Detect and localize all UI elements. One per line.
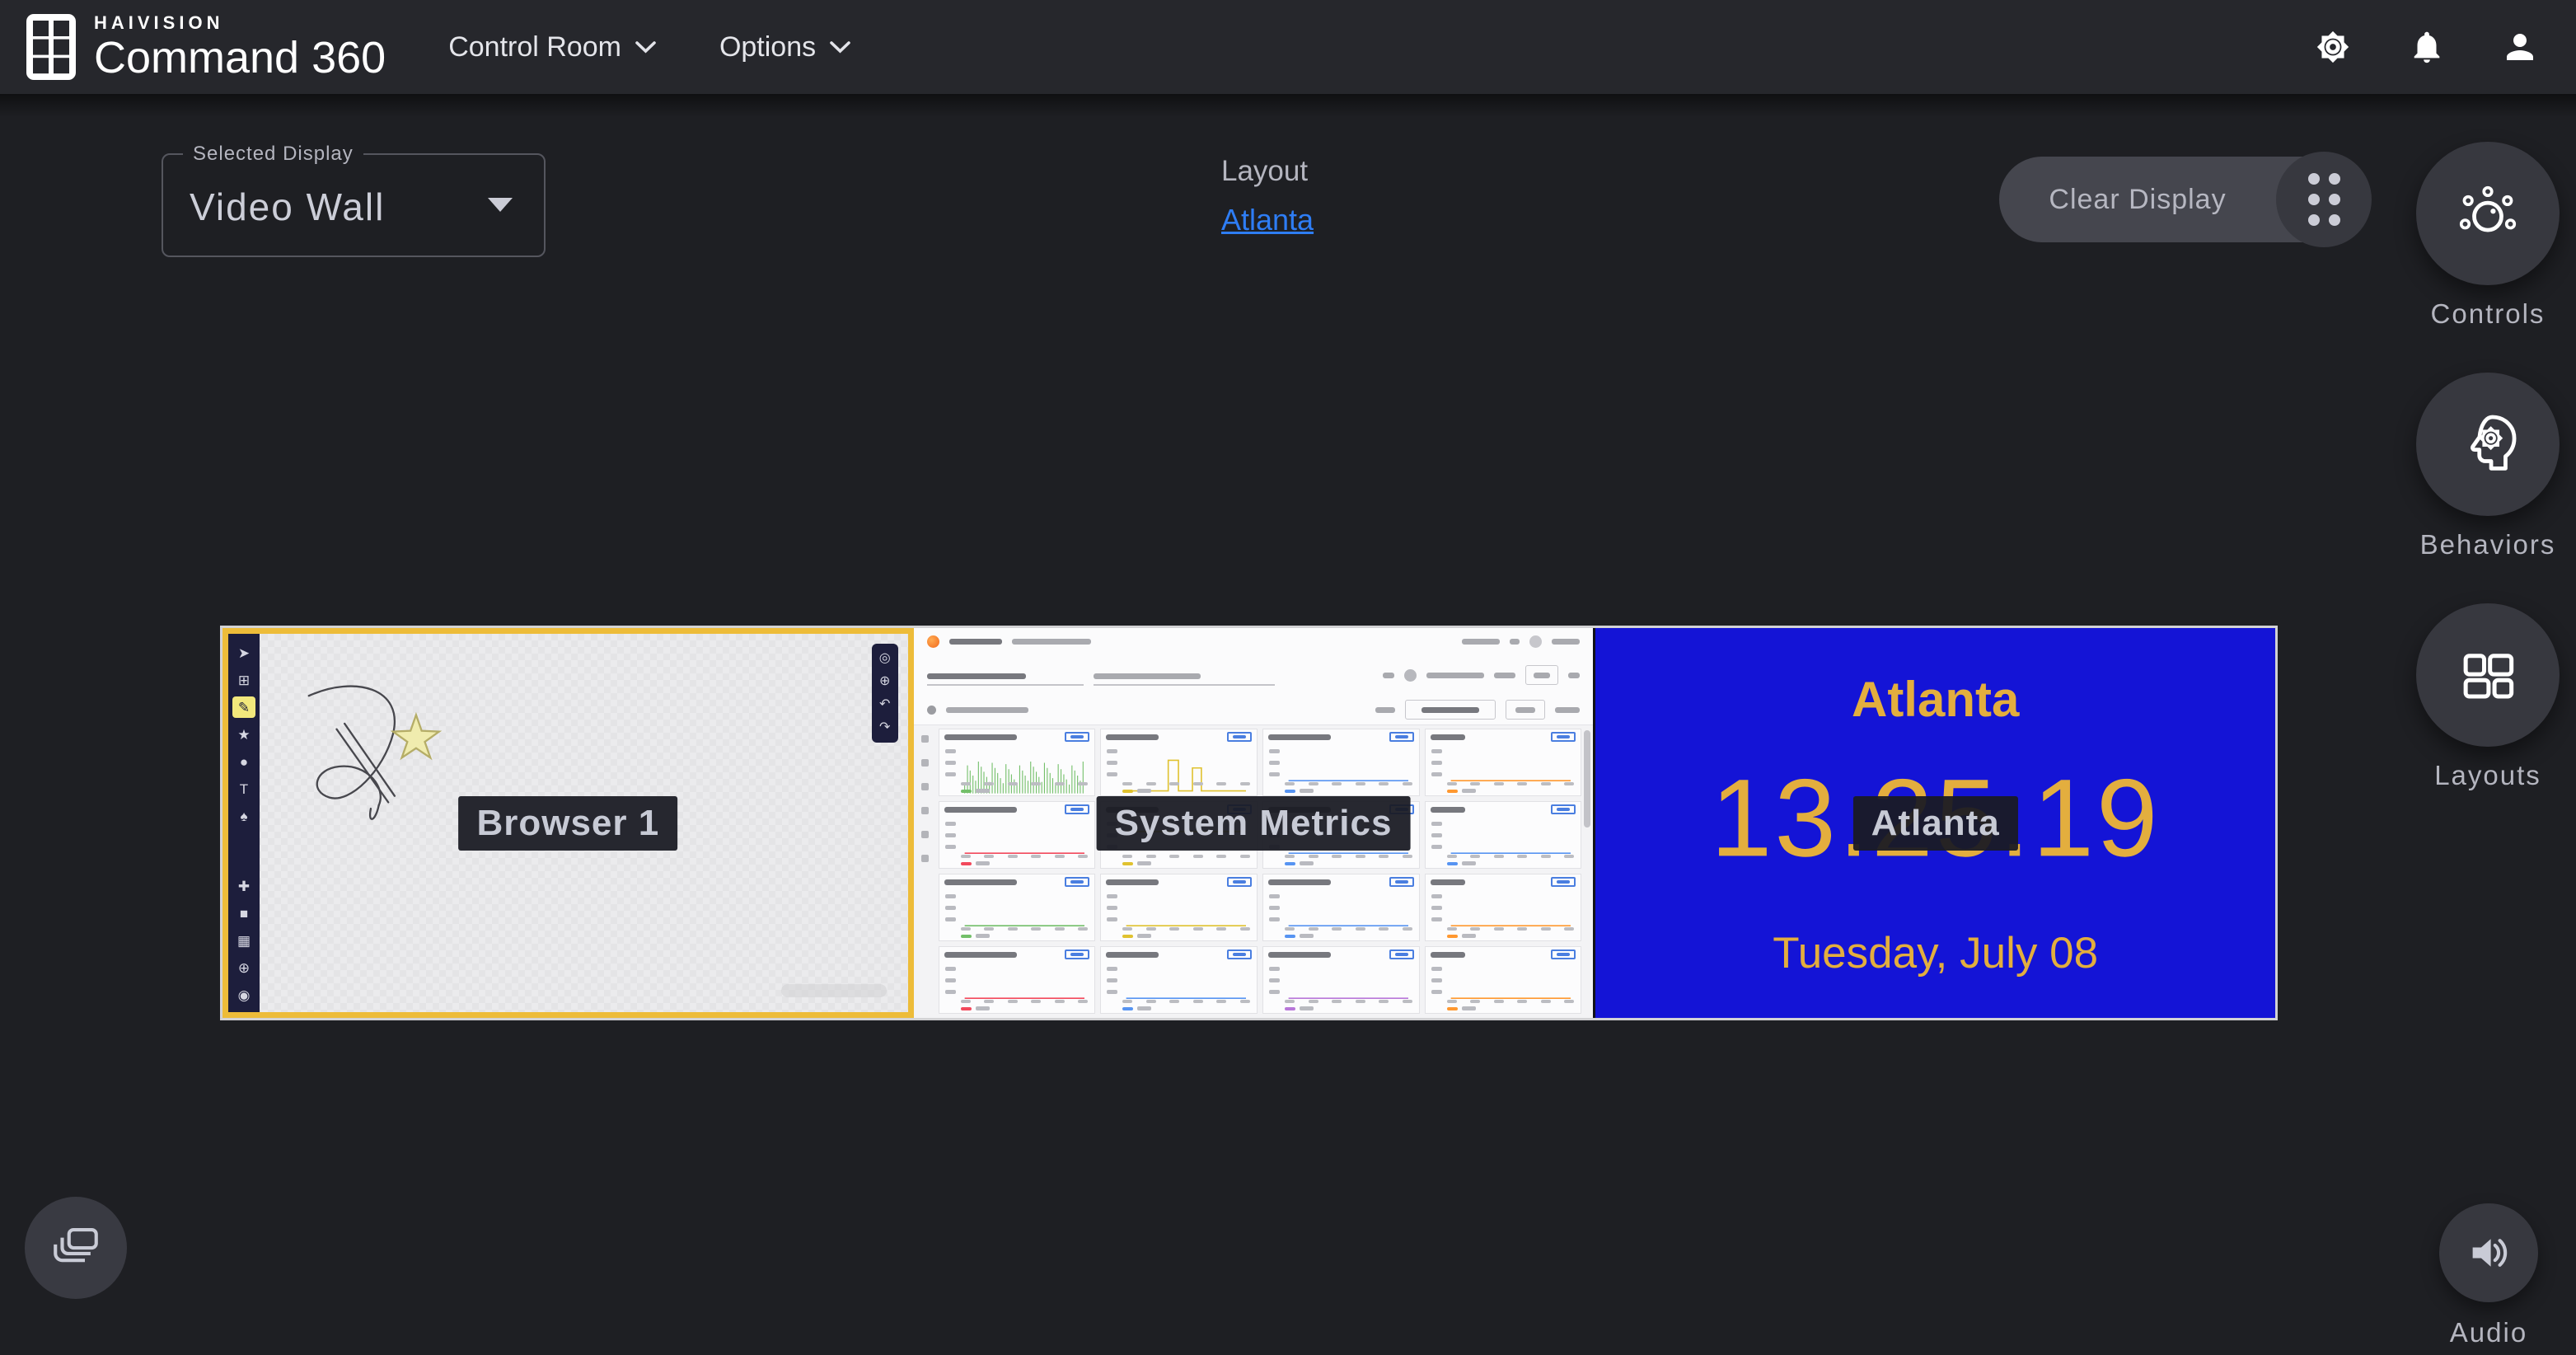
metrics-chart-cell	[939, 946, 1096, 1014]
audio-button[interactable]	[2439, 1203, 2538, 1302]
star-icon[interactable]: ★	[232, 724, 255, 745]
metrics-chart-cell	[1100, 946, 1258, 1014]
panel-label-overlay: Browser 1	[458, 796, 677, 851]
metrics-chart-cell	[1425, 874, 1582, 941]
clear-display-button[interactable]: Clear Display	[1999, 157, 2368, 242]
chevron-down-icon	[635, 40, 657, 54]
undo-icon[interactable]: ↶	[873, 696, 897, 713]
rect-icon[interactable]: ■	[232, 903, 255, 924]
fill-icon[interactable]: ♠	[232, 805, 255, 827]
account-icon[interactable]	[2500, 27, 2540, 67]
layouts-icon	[2452, 640, 2523, 710]
add-icon[interactable]: ✚	[232, 875, 255, 897]
metrics-chart-cell	[1100, 874, 1258, 941]
metrics-chart-cell	[939, 801, 1096, 869]
star-shape	[393, 715, 439, 757]
metrics-chart-cell	[939, 874, 1096, 941]
pen-icon[interactable]: ✎	[232, 696, 255, 718]
controls-button-label: Controls	[2389, 298, 2576, 330]
redo-icon[interactable]: ↷	[873, 720, 897, 736]
metrics-sidebar	[914, 735, 937, 862]
menu-options[interactable]: Options	[719, 31, 851, 63]
clock-date: Tuesday, July 08	[1595, 928, 2275, 978]
main-menus: Control Room Options	[448, 31, 851, 63]
metrics-dashboard-header	[914, 628, 1594, 725]
metrics-chart-cell	[1262, 729, 1420, 796]
behaviors-icon	[2452, 408, 2524, 481]
layouts-button-label: Layouts	[2389, 760, 2576, 791]
grafana-logo-icon	[927, 635, 939, 648]
behaviors-button-label: Behaviors	[2389, 529, 2576, 560]
controls-icon	[2452, 177, 2524, 250]
display-selector-value: Video Wall	[190, 185, 385, 229]
metrics-chart-cell	[1425, 946, 1582, 1014]
layout-indicator: Layout Atlanta	[1221, 155, 1314, 237]
move-icon[interactable]: ⊞	[232, 669, 255, 691]
shape-icon[interactable]: ●	[232, 751, 255, 772]
whiteboard-watermark	[781, 984, 887, 997]
display-selector-label: Selected Display	[183, 143, 363, 166]
metrics-chart-cell	[1100, 729, 1258, 796]
layout-link[interactable]: Atlanta	[1221, 203, 1314, 237]
metrics-grid	[939, 729, 1582, 1014]
panel-label-overlay: Atlanta	[1853, 796, 2018, 851]
metrics-chart-cell	[1262, 874, 1420, 941]
notifications-icon[interactable]	[2408, 28, 2446, 66]
behaviors-button[interactable]	[2416, 373, 2560, 516]
metrics-chart-cell	[1425, 729, 1582, 796]
wall-panel-system-metrics[interactable]: System Metrics	[914, 628, 1596, 1018]
metrics-chart-cell	[939, 729, 1096, 796]
layout-label: Layout	[1221, 155, 1314, 188]
controls-button[interactable]	[2416, 142, 2560, 285]
product-name: Command 360	[94, 35, 386, 80]
app-logo: HAIVISION Command 360	[25, 12, 386, 82]
layouts-button[interactable]	[2416, 603, 2560, 747]
brand-name: HAIVISION	[94, 14, 386, 32]
audio-icon	[2463, 1227, 2514, 1278]
cursor-icon[interactable]: ➤	[232, 642, 255, 663]
display-selector[interactable]: Selected Display Video Wall	[162, 153, 546, 257]
wall-panel-browser-1[interactable]: ➤ ⊞ ✎ ★ ● T ♠ ✚ ■ ▦ ⊕ ◉ ◎ ⊕ ↶ ↷ Browser 1	[222, 628, 914, 1018]
wall-panel-atlanta-clock[interactable]: Atlanta 13.25.19 Tuesday, July 08 Atlant…	[1595, 628, 2275, 1018]
layers-icon	[49, 1221, 103, 1275]
video-wall-preview: ➤ ⊞ ✎ ★ ● T ♠ ✚ ■ ▦ ⊕ ◉ ◎ ⊕ ↶ ↷ Browser 1	[220, 626, 2278, 1020]
dropdown-caret-icon[interactable]	[488, 198, 513, 212]
chevron-down-icon	[829, 40, 851, 54]
drag-handle[interactable]	[2276, 152, 2372, 247]
eye-icon[interactable]: ◎	[873, 650, 897, 667]
haivision-logo-icon	[25, 12, 77, 82]
globe-icon[interactable]: ◉	[232, 984, 255, 1006]
whiteboard-left-toolbar: ➤ ⊞ ✎ ★ ● T ♠ ✚ ■ ▦ ⊕ ◉	[228, 634, 260, 1012]
zoom-icon[interactable]: ⊕	[873, 673, 897, 690]
menu-control-room[interactable]: Control Room	[448, 31, 657, 63]
audio-button-label: Audio	[2390, 1317, 2576, 1348]
top-bar: HAIVISION Command 360 Control Room Optio…	[0, 0, 2576, 94]
metrics-chart-cell	[1262, 946, 1420, 1014]
layers-button[interactable]	[25, 1197, 127, 1299]
metrics-chart-cell	[1425, 801, 1582, 869]
drag-dots-icon	[2308, 173, 2340, 226]
frame-icon[interactable]: ▦	[232, 930, 255, 951]
clock-city: Atlanta	[1595, 671, 2275, 728]
panel-label-overlay: System Metrics	[1097, 796, 1411, 851]
link-icon[interactable]: ⊕	[232, 957, 255, 978]
whiteboard-view-toolbar: ◎ ⊕ ↶ ↷	[872, 644, 898, 743]
text-icon[interactable]: T	[232, 778, 255, 799]
settings-icon[interactable]	[2312, 26, 2354, 68]
metrics-scrollbar[interactable]	[1584, 730, 1590, 828]
